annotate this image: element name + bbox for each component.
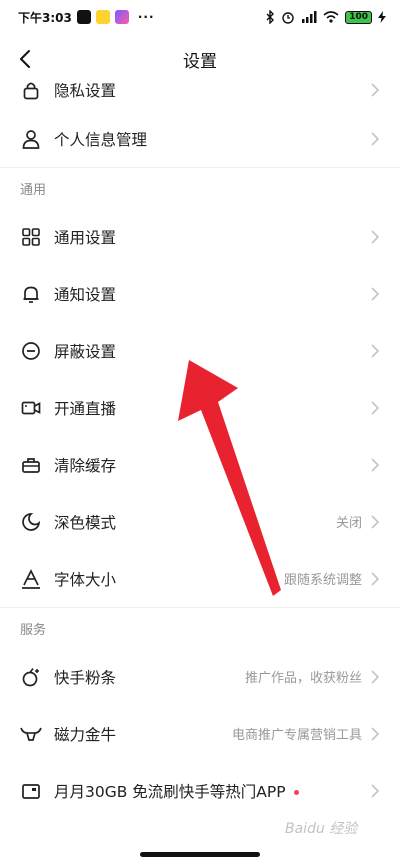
back-arrow-icon[interactable] [14, 47, 38, 71]
notification-settings-row[interactable]: 通知设置 [0, 265, 400, 322]
row-label: 通用设置 [54, 228, 117, 247]
sim-card-icon [20, 780, 42, 802]
chevron-right-icon [371, 343, 380, 358]
magnetic-bull-value: 电商推广专属营销工具 [231, 728, 362, 743]
dark-mode-value: 关闭 [335, 516, 362, 531]
home-indicator[interactable] [140, 852, 260, 857]
chevron-right-icon [371, 400, 380, 415]
toolbox-icon [20, 454, 42, 476]
dark-mode-row[interactable]: 深色模式 关闭 [0, 493, 400, 550]
block-icon [20, 340, 42, 362]
font-size-value: 跟随系统调整 [283, 573, 362, 588]
chevron-right-icon [371, 457, 380, 472]
chevron-right-icon [371, 669, 380, 684]
open-live-row[interactable]: 开通直播 [0, 379, 400, 436]
video-camera-icon [20, 397, 42, 419]
chevron-right-icon [371, 783, 380, 798]
personal-info-row[interactable]: 个人信息管理 [0, 110, 400, 167]
bluetooth-icon [266, 10, 275, 24]
row-label: 磁力金牛 [54, 725, 117, 744]
row-label: 月月30GB 免流刷快手等热门APP [54, 780, 370, 802]
person-icon [20, 128, 42, 150]
row-label: 字体大小 [54, 570, 117, 589]
row-label: 通知设置 [54, 285, 117, 304]
page-title: 设置 [183, 51, 217, 72]
general-settings-row[interactable]: 通用设置 [0, 208, 400, 265]
status-bar: 下午3:03 ··· 100 [0, 0, 400, 34]
alarm-icon [282, 12, 294, 24]
douyin-app-icon [76, 10, 91, 24]
wifi-icon [323, 11, 339, 23]
row-label: 隐私设置 [54, 82, 117, 100]
row-label: 深色模式 [54, 513, 117, 532]
video-app-icon [114, 10, 129, 24]
moon-icon [20, 511, 42, 533]
chevron-right-icon [371, 514, 380, 529]
chevron-right-icon [371, 286, 380, 301]
signal-icon [302, 11, 317, 23]
settings-list: 隐私设置 个人信息管理 通用 通用设置 通知设置 屏蔽设置 开通直播 清除缓存 … [0, 82, 400, 819]
battery-indicator: 100 [345, 10, 372, 24]
magnetic-bull-row[interactable]: 磁力金牛 电商推广专属营销工具 [0, 705, 400, 762]
new-badge-dot [293, 789, 299, 795]
chevron-right-icon [371, 571, 380, 586]
lock-icon [20, 79, 42, 101]
fans-promo-value: 推广作品，收获粉丝 [244, 671, 362, 686]
status-time: 下午3:03 [18, 10, 72, 25]
row-label: 屏蔽设置 [54, 342, 117, 361]
section-header-general: 通用 [0, 167, 400, 208]
grid-icon [20, 226, 42, 248]
clear-cache-row[interactable]: 清除缓存 [0, 436, 400, 493]
bull-icon [20, 723, 42, 745]
section-header-service: 服务 [0, 607, 400, 648]
row-label: 开通直播 [54, 399, 117, 418]
privacy-settings-row[interactable]: 隐私设置 [0, 70, 400, 110]
charging-icon [378, 11, 386, 23]
free-data-label: 月月30GB 免流刷快手等热门APP [54, 782, 286, 801]
chevron-right-icon [371, 726, 380, 741]
more-notifications-icon: ··· [137, 10, 155, 24]
row-label: 个人信息管理 [54, 130, 148, 149]
chevron-right-icon [371, 229, 380, 244]
free-data-row[interactable]: 月月30GB 免流刷快手等热门APP [0, 762, 400, 819]
fans-promo-row[interactable]: 快手粉条 推广作品，收获粉丝 [0, 648, 400, 705]
row-label: 清除缓存 [54, 456, 117, 475]
chevron-right-icon [371, 83, 380, 97]
font-size-icon [20, 568, 42, 590]
chevron-right-icon [371, 131, 380, 146]
kuaishou-app-icon [95, 10, 110, 24]
baidu-watermark: Baidu 经验 [285, 821, 358, 837]
bell-icon [20, 283, 42, 305]
font-size-row[interactable]: 字体大小 跟随系统调整 [0, 550, 400, 607]
row-label: 快手粉条 [54, 668, 117, 687]
fans-icon [20, 666, 42, 688]
block-settings-row[interactable]: 屏蔽设置 [0, 322, 400, 379]
